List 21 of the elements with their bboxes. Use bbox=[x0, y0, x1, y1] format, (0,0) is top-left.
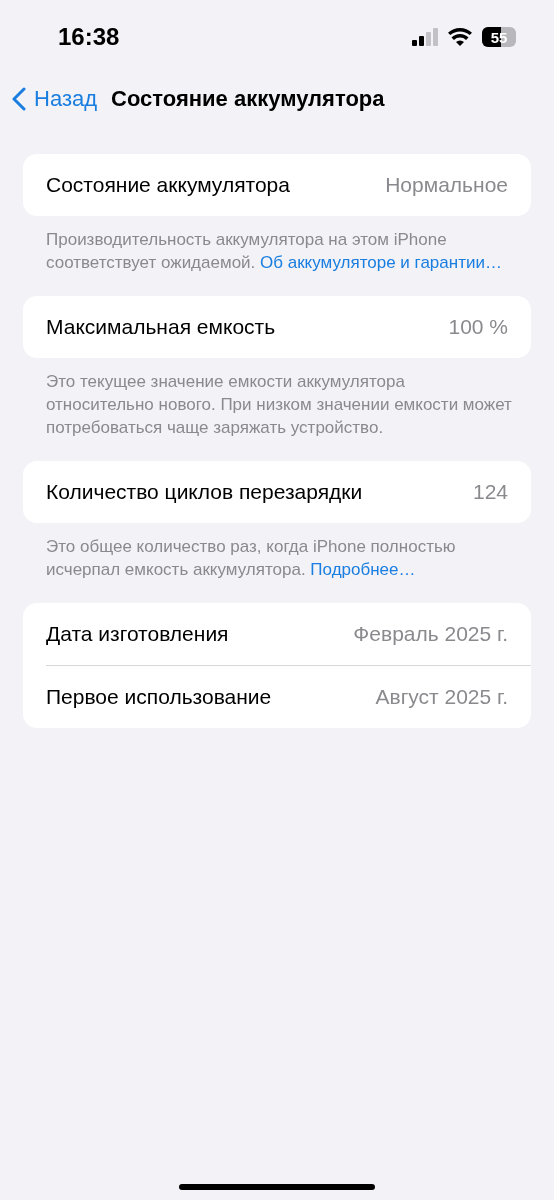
row-value: 100 % bbox=[448, 315, 508, 339]
info-link[interactable]: Подробнее… bbox=[310, 560, 416, 579]
status-time: 16:38 bbox=[58, 23, 120, 51]
chevron-left-icon bbox=[12, 87, 26, 111]
signal-icon bbox=[412, 28, 438, 46]
row-label: Состояние аккумулятора bbox=[46, 173, 290, 197]
section-footer: Производительность аккумулятора на этом iPhone соответствует ожидаемой. Об аккумуляторе и гарантии… bbox=[23, 228, 531, 274]
row-label: Дата изготовления bbox=[46, 622, 229, 646]
section-footer: Это общее количество раз, когда iPhone полностью исчерпал емкость аккумулятора. Подробнее… bbox=[23, 535, 531, 581]
row-value: Август 2025 г. bbox=[375, 685, 508, 709]
row-label: Максимальная емкость bbox=[46, 315, 276, 339]
section-footer: Это текущее значение емкости аккумулятора относительно нового. При низком значении емкости может потребоваться чаще заряжать устройство. bbox=[23, 370, 531, 439]
info-link[interactable]: Об аккумуляторе и гарантии… bbox=[260, 253, 502, 272]
row-value: Февраль 2025 г. bbox=[353, 622, 508, 646]
wifi-icon bbox=[448, 28, 472, 46]
back-button[interactable]: Назад bbox=[12, 86, 98, 112]
row-label: Количество циклов перезарядки bbox=[46, 480, 363, 504]
row-label: Первое использование bbox=[46, 685, 272, 709]
page-title: Состояние аккумулятора bbox=[111, 86, 385, 112]
row-value: Нормальное bbox=[385, 173, 508, 197]
row-value: 124 bbox=[472, 480, 508, 504]
